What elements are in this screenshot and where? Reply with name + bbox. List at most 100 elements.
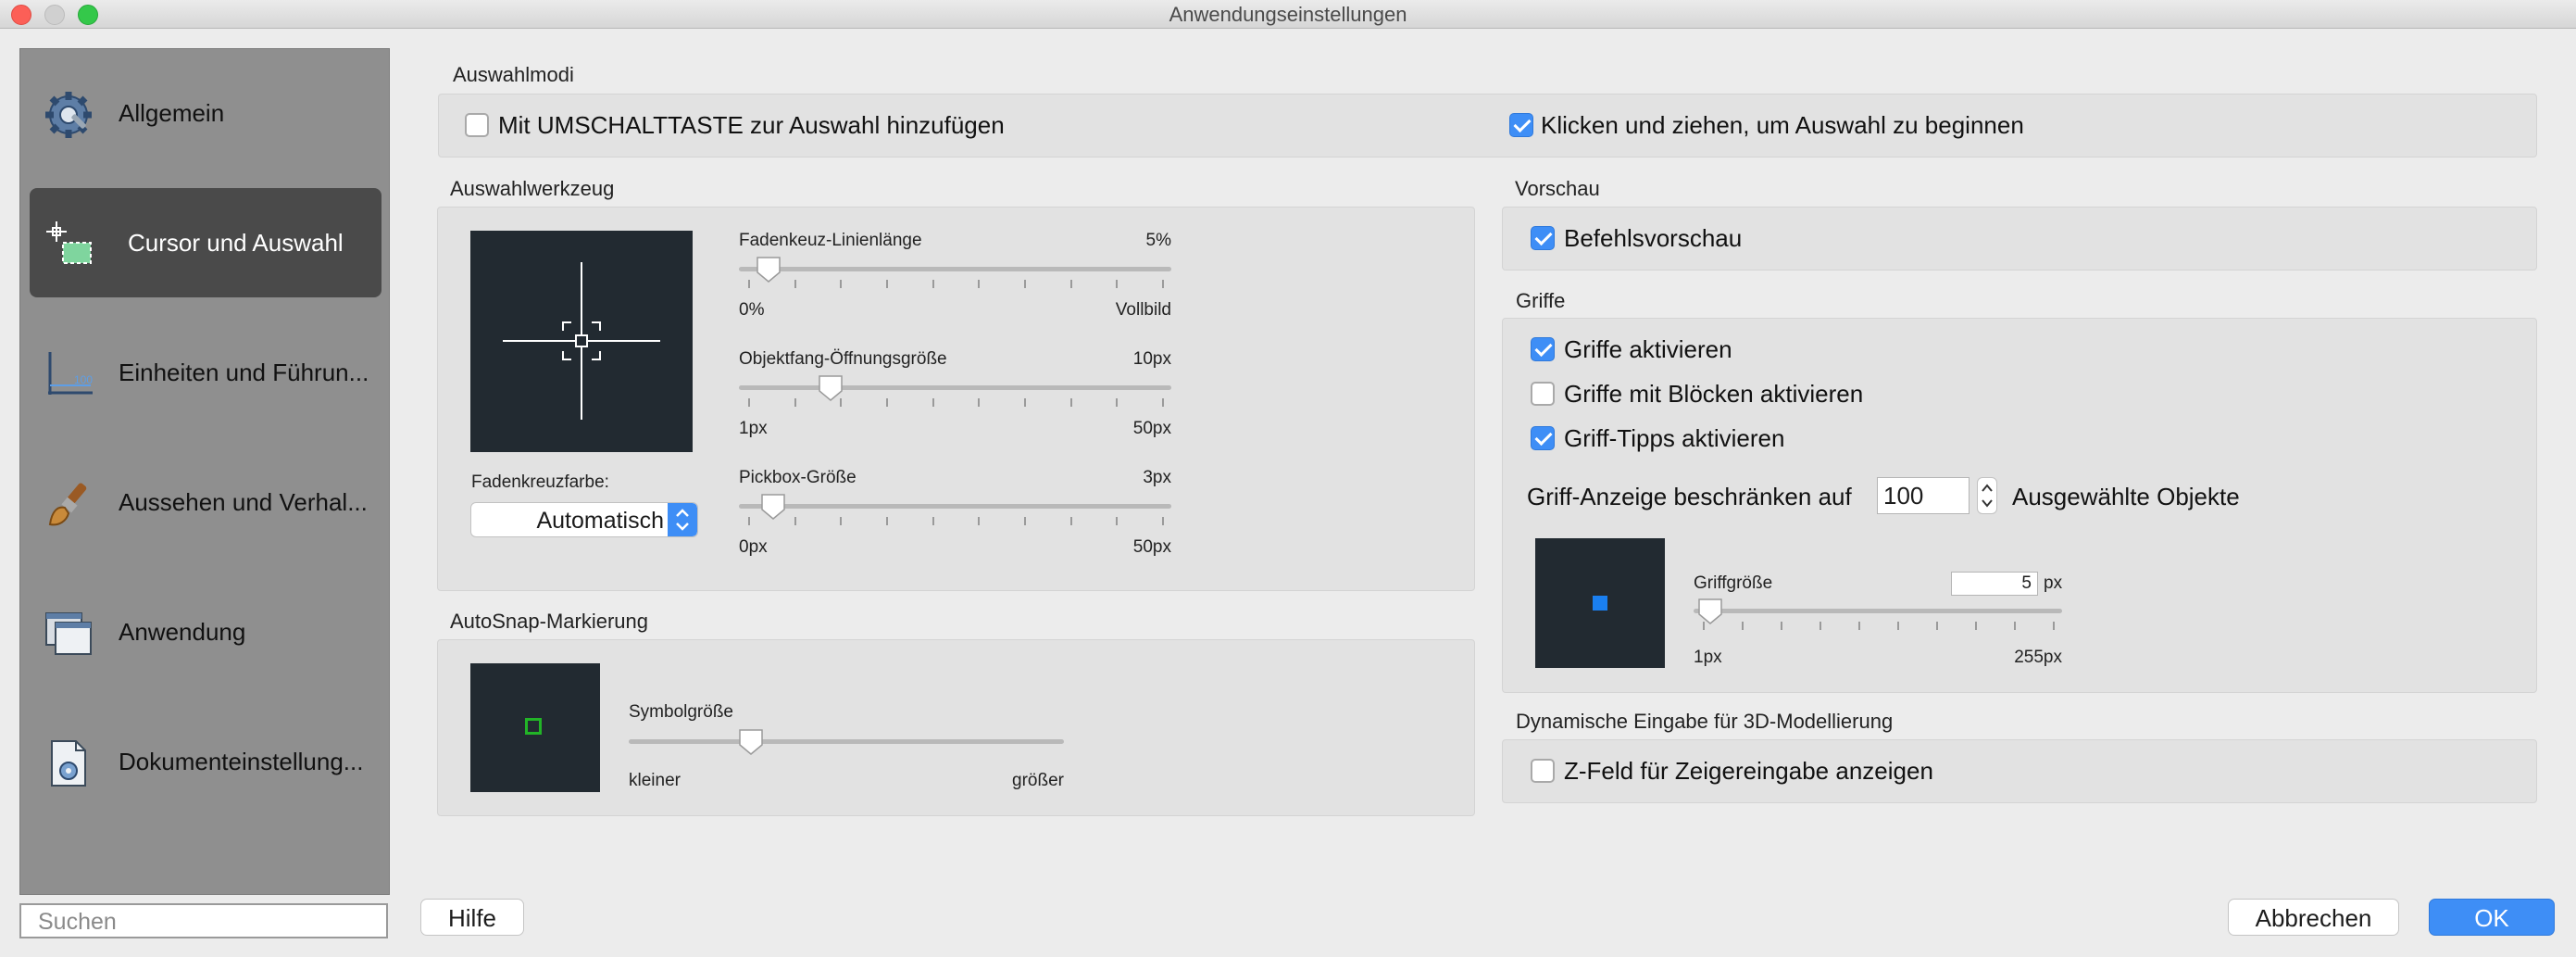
slider-tick [748,517,750,525]
grip-tips-label: Griff-Tipps aktivieren [1564,424,1785,452]
slider-tick [748,398,750,407]
slider-track [1694,609,2062,613]
crosshair-color-label: Fadenkreuzfarbe: [471,472,609,492]
slider-tick [1858,622,1860,630]
grip-limit-suffix: Ausgewählte Objekte [2012,483,2240,510]
crosshair-preview [470,231,693,452]
slider-track [739,504,1171,509]
sidebar-item-einheiten[interactable]: 100 Einheiten und Führun... [30,318,381,427]
symbol-size-max: größer [1012,771,1064,790]
sidebar-item-label: Allgemein [119,99,225,127]
sidebar-item-aussehen[interactable]: Aussehen und Verhal... [30,447,381,557]
brush-icon [48,483,87,526]
click-drag-checkbox[interactable] [1509,113,1533,137]
slider-tick [1116,517,1118,525]
slider-track [739,267,1171,271]
pickbox-size-slider[interactable] [739,491,1171,528]
slider-track [739,385,1171,390]
pickbox-size-value: 3px [1143,468,1171,487]
command-preview-checkbox[interactable] [1531,226,1555,250]
grip-size-input[interactable]: 5 [1951,572,2038,596]
grip-size-max: 255px [2014,648,2062,667]
slider-thumb[interactable] [756,256,782,283]
crosshair-length-max: Vollbild [1115,300,1171,320]
symbol-size-label: Symbolgröße [629,702,733,722]
slider-tick [1024,398,1026,407]
slider-tick [2014,622,2016,630]
aperture-size-max: 50px [1132,419,1171,438]
sidebar-item-label: Aussehen und Verhal... [119,488,368,516]
z-field-checkbox[interactable] [1531,759,1555,783]
dynamic-input-panel: Z-Feld für Zeigereingabe anzeigen [1502,739,2537,803]
aperture-size-slider[interactable] [739,372,1171,409]
grip-limit-input[interactable]: 100 [1877,477,1970,514]
auswahlwerkzeug-heading: Auswahlwerkzeug [450,177,615,200]
grip-limit-stepper[interactable] [1977,477,1997,514]
slider-tick [840,517,842,525]
chevron-updown-icon [668,503,697,536]
auswahlmodi-panel: Mit UMSCHALTTASTE zur Auswahl hinzufügen… [438,94,2537,157]
enable-grips-checkbox[interactable] [1531,337,1555,361]
slider-track [629,739,1064,744]
pickbox-size-label: Pickbox-Größe [739,468,857,487]
sidebar-item-label: Dokumenteinstellung... [119,748,364,775]
enable-block-grips-checkbox[interactable] [1531,382,1555,406]
slider-tick [1162,398,1164,407]
slider-tick [794,517,796,525]
slider-thumb[interactable] [738,728,764,756]
shift-add-label: Mit UMSCHALTTASTE zur Auswahl hinzufügen [498,111,1005,139]
symbol-size-slider[interactable] [629,726,1064,763]
slider-tick [1162,280,1164,288]
enable-grips-label: Griffe aktivieren [1564,335,1732,363]
dynamic-input-heading: Dynamische Eingabe für 3D-Modellierung [1516,710,1894,733]
windows-icon [45,612,92,655]
crosshair-length-label: Fadenkeuz-Linienlänge [739,231,922,250]
slider-tick [1070,517,1072,525]
grip-tips-checkbox[interactable] [1531,426,1555,450]
griffe-heading: Griffe [1516,289,1566,312]
auswahlmodi-heading: Auswahlmodi [453,63,574,86]
crosshair-length-slider[interactable] [739,254,1171,291]
help-button[interactable]: Hilfe [420,899,524,936]
slider-tick [1975,622,1977,630]
slider-thumb[interactable] [760,493,786,521]
ok-button[interactable]: OK [2429,899,2555,936]
grip-size-slider[interactable] [1694,596,2062,633]
sidebar: Allgemein Cursor und Auswahl 100 Einheit… [19,48,390,895]
sidebar-item-label: Cursor und Auswahl [128,229,344,257]
enable-block-grips-label: Griffe mit Blöcken aktivieren [1564,380,1864,408]
slider-tick [794,280,796,288]
aperture-size-label: Objektfang-Öffnungsgröße [739,349,947,369]
stepper-arrows-icon [1982,484,1993,508]
sidebar-item-label: Anwendung [119,618,246,646]
search-input[interactable]: Suchen [19,903,388,938]
units-icon: 100 [48,352,93,395]
slider-tick [840,280,842,288]
symbol-size-min: kleiner [629,771,681,790]
grip-size-unit: px [2044,573,2063,593]
slider-tick [932,517,934,525]
cursor-selection-icon [46,221,92,264]
sidebar-item-label: Einheiten und Führun... [119,359,369,386]
sidebar-item-cursor-und-auswahl[interactable]: Cursor und Auswahl [30,188,381,297]
title-bar: Anwendungseinstellungen [0,0,2576,29]
slider-tick [1116,280,1118,288]
slider-thumb[interactable] [818,374,844,402]
grip-limit-label: Griff-Anzeige beschränken auf [1527,483,1852,510]
slider-thumb[interactable] [1697,598,1723,625]
crosshair-color-select[interactable]: Automatisch [470,502,698,537]
slider-tick [1742,622,1744,630]
slider-tick [886,280,888,288]
shift-add-checkbox[interactable] [465,113,489,137]
slider-tick [2053,622,2055,630]
sidebar-item-dokumenteinstellungen[interactable]: Dokumenteinstellung... [30,707,381,816]
sidebar-item-allgemein[interactable]: Allgemein [30,58,381,168]
crosshair-length-min: 0% [739,300,765,320]
slider-tick [932,280,934,288]
slider-tick [748,280,750,288]
sidebar-item-anwendung[interactable]: Anwendung [30,577,381,686]
grip-square-icon [1593,596,1607,611]
slider-tick [1897,622,1899,630]
slider-tick [1070,280,1072,288]
cancel-button[interactable]: Abbrechen [2228,899,2399,936]
